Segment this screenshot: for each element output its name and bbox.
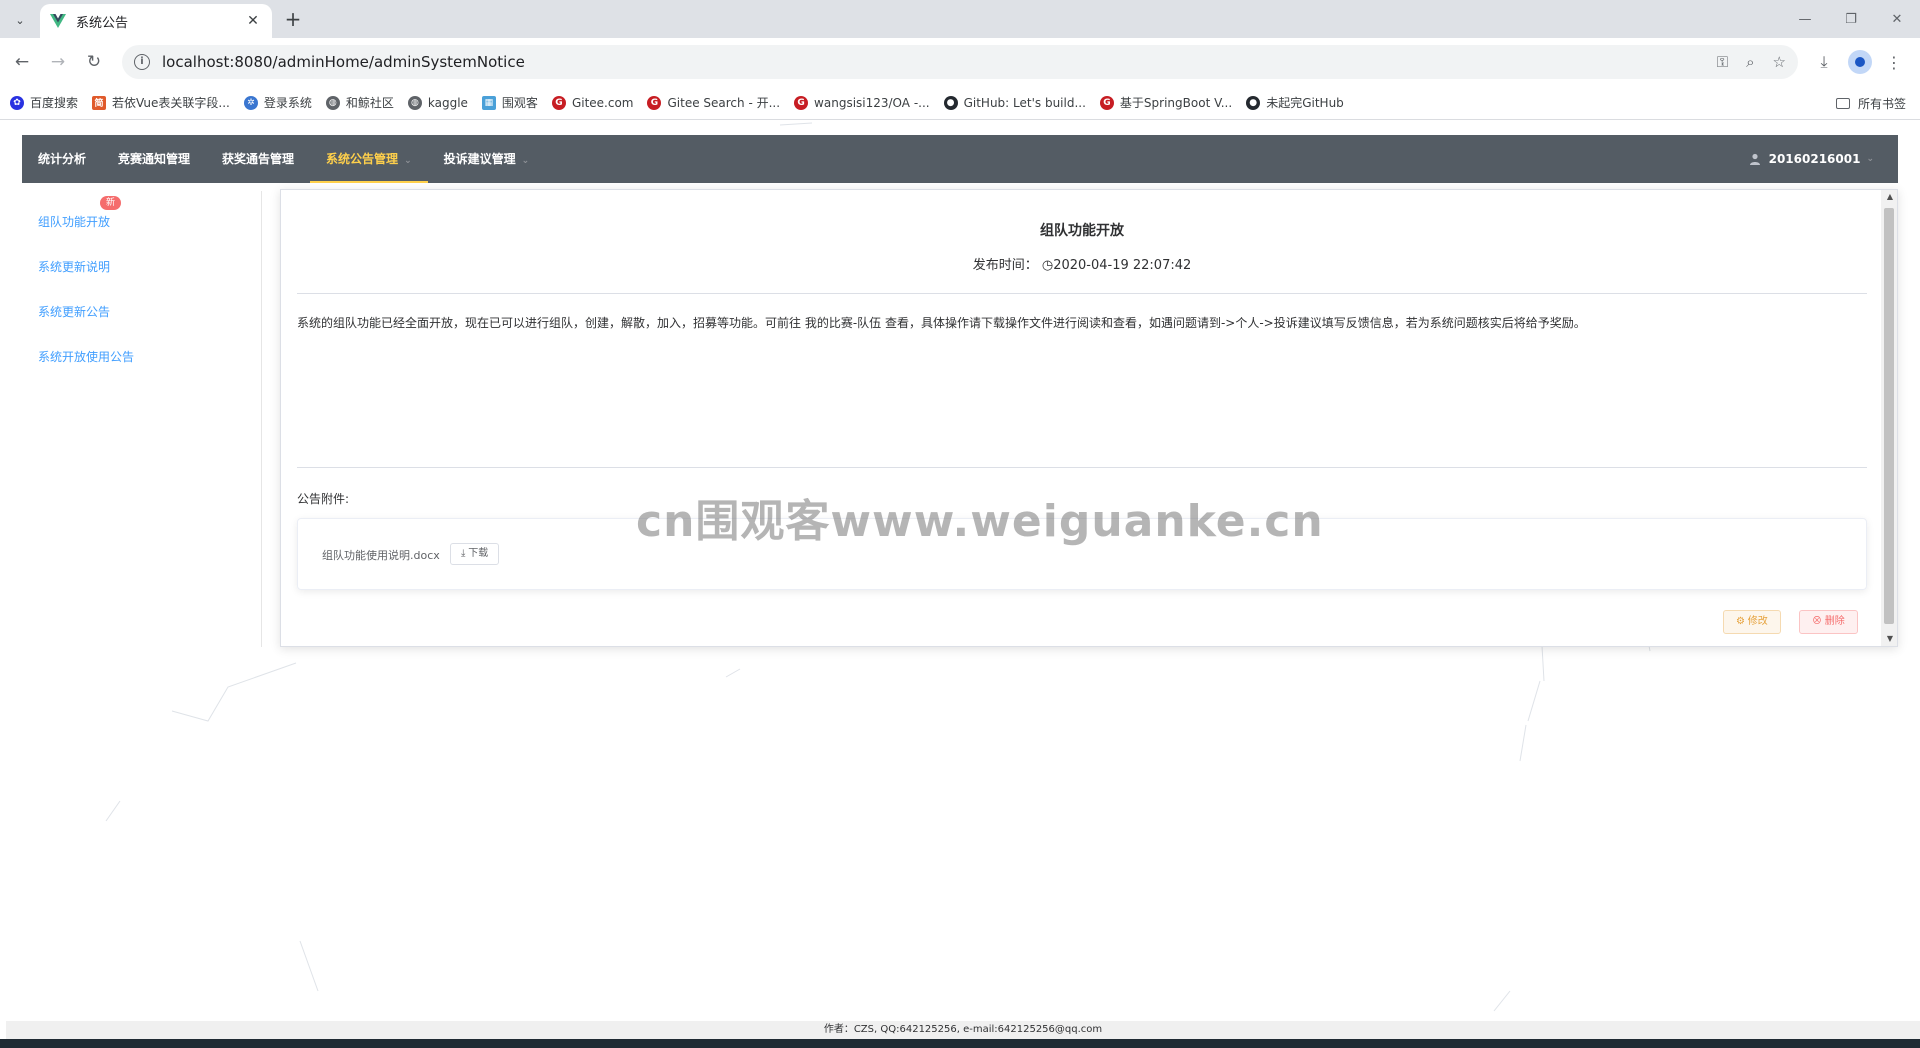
sidebar-item-open-announcement[interactable]: 系统开放使用公告 xyxy=(38,348,134,365)
gear-icon: ⚙ xyxy=(1736,616,1745,627)
globe-icon: ◍ xyxy=(325,95,340,110)
nav-item-award-notice[interactable]: 获奖通告管理 xyxy=(206,135,310,183)
divider xyxy=(297,467,1867,468)
nav-item-statistics[interactable]: 统计分析 xyxy=(22,135,102,183)
delete-button[interactable]: ⊗ 删除 xyxy=(1799,610,1858,634)
kebab-menu-icon[interactable]: ⋮ xyxy=(1884,50,1904,74)
github-icon: ● xyxy=(943,95,958,110)
jianshu-icon: 简 xyxy=(92,95,107,110)
chevron-down-icon: ⌄ xyxy=(15,13,25,27)
star-bookmark-icon[interactable]: ☆ xyxy=(1773,53,1786,71)
username: 20160216001 xyxy=(1768,152,1861,166)
url-text[interactable]: localhost:8080/adminHome/adminSystemNoti… xyxy=(162,53,1717,71)
restore-icon[interactable]: ❐ xyxy=(1828,0,1874,38)
github-icon: ● xyxy=(1246,95,1261,110)
attachment-file-name: 组队功能使用说明.docx xyxy=(322,549,440,562)
chevron-down-icon: ⌄ xyxy=(1866,154,1874,164)
tab-search-button[interactable]: ⌄ xyxy=(8,8,32,32)
bookmarks-bar: ✿ 百度搜索 简若依Vue表关联字段... ✲ 登录系统 ◍ 和鲸社区 ◍ kaggle… xyxy=(0,86,1920,120)
tab-title: 系统公告 xyxy=(76,15,129,31)
chevron-down-icon: ⌄ xyxy=(404,156,412,166)
browser-tabstrip: ⌄ 系统公告 ✕ + — ❐ ✕ xyxy=(0,0,1920,38)
user-menu[interactable]: 20160216001 ⌄ xyxy=(1749,135,1874,183)
top-nav-menu: 统计分析 竞赛通知管理 获奖通告管理 系统公告管理 ⌄ 投诉建议管理 ⌄ 20160… xyxy=(22,135,1898,183)
sidebar-item-update-notes[interactable]: 系统更新说明 xyxy=(38,258,110,275)
bookmark-item[interactable]: G Gitee Search - 开... xyxy=(647,94,780,111)
sidebar-item-update-announcement[interactable]: 系统更新公告 xyxy=(38,303,110,320)
profile-avatar[interactable] xyxy=(1848,50,1872,74)
watermark-text: cn围观客www.weiguanke.cn xyxy=(636,496,1324,547)
page-footer: 作者：CZS, QQ:642125256, e-mail:642125256@q… xyxy=(6,1021,1920,1039)
os-taskbar xyxy=(0,1039,1920,1048)
address-bar[interactable]: i localhost:8080/adminHome/adminSystemNo… xyxy=(122,45,1798,79)
bookmark-item[interactable]: 简若依Vue表关联字段... xyxy=(92,94,230,111)
edit-button[interactable]: ⚙ 修改 xyxy=(1723,610,1781,634)
bookmark-item[interactable]: G Gitee.com xyxy=(551,95,633,110)
notice-sidebar: 新 组队功能开放 系统更新说明 系统更新公告 系统开放使用公告 xyxy=(22,191,262,647)
bookmark-item[interactable]: ◍ 和鲸社区 xyxy=(325,94,394,111)
folder-icon xyxy=(1835,98,1850,109)
scrollbar-thumb[interactable] xyxy=(1884,208,1894,624)
reload-icon[interactable]: ↻ xyxy=(82,50,106,74)
panel-scrollbar[interactable]: ▲ ▼ xyxy=(1881,190,1897,646)
back-arrow-icon[interactable]: ← xyxy=(10,50,34,74)
page-content: 统计分析 竞赛通知管理 获奖通告管理 系统公告管理 ⌄ 投诉建议管理 ⌄ 20160… xyxy=(0,121,1920,1048)
scroll-down-arrow-icon[interactable]: ▼ xyxy=(1887,634,1893,643)
bookmark-item[interactable]: ✲ 登录系统 xyxy=(243,94,312,111)
gitee-icon: G xyxy=(647,95,662,110)
bookmark-item[interactable]: ◍ kaggle xyxy=(407,95,468,110)
bookmark-item[interactable]: ● 未起完GitHub xyxy=(1246,94,1344,111)
password-key-icon[interactable]: ⚿ xyxy=(1717,53,1728,71)
forward-arrow-icon[interactable]: → xyxy=(46,50,70,74)
nav-item-system-notice[interactable]: 系统公告管理 ⌄ xyxy=(310,135,428,183)
browser-toolbar: ← → ↻ i localhost:8080/adminHome/adminSy… xyxy=(0,38,1920,86)
bookmark-item[interactable]: G 基于SpringBoot V... xyxy=(1099,94,1232,111)
all-bookmarks-button[interactable]: 所有书签 xyxy=(1835,95,1906,112)
minimize-icon[interactable]: — xyxy=(1782,0,1828,38)
nav-item-complaints[interactable]: 投诉建议管理 ⌄ xyxy=(428,135,546,183)
nav-item-contest-notice[interactable]: 竞赛通知管理 xyxy=(102,135,206,183)
bookmark-item[interactable]: ● GitHub: Let's build... xyxy=(943,95,1086,110)
site-info-icon[interactable]: i xyxy=(134,54,150,70)
bookmark-item[interactable]: Gwangsisi123/OA -... xyxy=(794,95,930,110)
vue-logo-icon xyxy=(50,14,66,28)
globe-icon: ◍ xyxy=(407,95,422,110)
ruoyi-icon: ✲ xyxy=(243,95,258,110)
baidu-paw-icon: ✿ xyxy=(10,95,24,110)
zoom-icon[interactable]: ⌕ xyxy=(1746,53,1754,71)
notice-detail-panel: 组队功能开放 发布时间： ◷2020-04-19 22:07:42 系统的组队功… xyxy=(280,189,1898,647)
notice-body: 系统的组队功能已经全面开放，现在已可以进行组队，创建，解散，加入，招募等功能。可… xyxy=(297,316,1586,330)
sidebar-item-team-feature[interactable]: 组队功能开放 xyxy=(38,213,110,230)
notice-title: 组队功能开放 xyxy=(1040,223,1124,239)
gitee-icon: G xyxy=(794,95,809,110)
publish-time: 发布时间： ◷2020-04-19 22:07:42 xyxy=(972,258,1192,273)
delete-circle-icon: ⊗ xyxy=(1812,616,1822,627)
bookmark-item[interactable]: ▦ 围观客 xyxy=(481,94,538,111)
download-icon: ⤓ xyxy=(461,548,466,559)
close-icon[interactable]: ✕ xyxy=(244,13,262,29)
weiguanke-icon: ▦ xyxy=(481,95,496,110)
window-close-icon[interactable]: ✕ xyxy=(1874,0,1920,38)
clock-icon: ◷ xyxy=(1041,258,1054,273)
gitee-icon: G xyxy=(551,95,566,110)
chevron-down-icon: ⌄ xyxy=(521,156,530,166)
bookmark-item[interactable]: ✿ 百度搜索 xyxy=(10,94,78,111)
download-icon[interactable]: ⤓ xyxy=(1812,50,1836,74)
scroll-up-arrow-icon[interactable]: ▲ xyxy=(1887,192,1893,201)
divider xyxy=(297,293,1867,294)
window-controls: — ❐ ✕ xyxy=(1782,0,1920,38)
download-button[interactable]: ⤓ 下载 xyxy=(450,543,500,565)
publish-time-value: 2020-04-19 22:07:42 xyxy=(1053,258,1192,273)
new-tab-button[interactable]: + xyxy=(280,7,306,33)
browser-tab-active[interactable]: 系统公告 ✕ xyxy=(40,4,272,38)
attachment-label: 公告附件: xyxy=(297,492,350,506)
new-badge: 新 xyxy=(100,196,122,210)
user-icon xyxy=(1749,153,1760,165)
gitee-icon: G xyxy=(1099,95,1114,110)
